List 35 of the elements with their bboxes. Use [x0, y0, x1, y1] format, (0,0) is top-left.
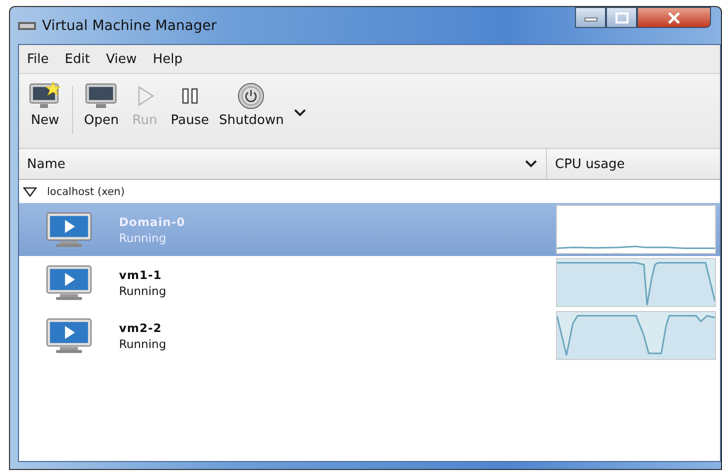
toolbar-button[interactable]: Shutdown: [214, 80, 289, 130]
maximize-icon: [614, 12, 628, 24]
toolbar-button[interactable]: New: [24, 80, 66, 130]
menu-item[interactable]: View: [106, 52, 137, 66]
close-icon: [667, 12, 681, 24]
host-label: localhost (xen): [47, 186, 125, 198]
close-button[interactable]: [637, 7, 711, 28]
vm-status: Running: [119, 284, 166, 298]
maximize-button[interactable]: [606, 7, 637, 28]
expander-icon[interactable]: [23, 186, 37, 196]
vm-status: Running: [119, 230, 168, 244]
minimize-button[interactable]: [575, 7, 606, 28]
menu-item[interactable]: Edit: [64, 52, 90, 66]
chevron-down-icon: [292, 108, 307, 118]
vm-row[interactable]: vm1-1 Running: [19, 256, 720, 309]
app-icon: [18, 20, 36, 30]
monitor-play-icon: [46, 212, 92, 248]
vm-name: vm1-1: [119, 268, 163, 282]
column-header[interactable]: Name: [19, 149, 547, 179]
chevron-down-icon: [524, 159, 538, 169]
toolbar-button[interactable]: Pause: [166, 80, 214, 130]
monitor-play-icon: [46, 264, 92, 300]
window-title: Virtual Machine Manager: [42, 18, 217, 34]
menu-item[interactable]: Help: [152, 52, 182, 66]
toolbar-button[interactable]: Open: [79, 80, 124, 130]
monitor-play-icon: [46, 318, 92, 354]
monitor-icon: [85, 82, 118, 110]
host-row[interactable]: localhost (xen): [19, 180, 720, 203]
vm-name: vm2-2: [119, 320, 163, 334]
vm-name: Domain-0: [119, 214, 186, 228]
monitor-star-icon: [29, 82, 61, 110]
menu-item[interactable]: File: [27, 52, 49, 66]
column-header[interactable]: CPU usage: [547, 149, 633, 179]
vm-status: Running: [119, 336, 166, 350]
vm-row[interactable]: vm2-2 Running: [19, 309, 720, 362]
